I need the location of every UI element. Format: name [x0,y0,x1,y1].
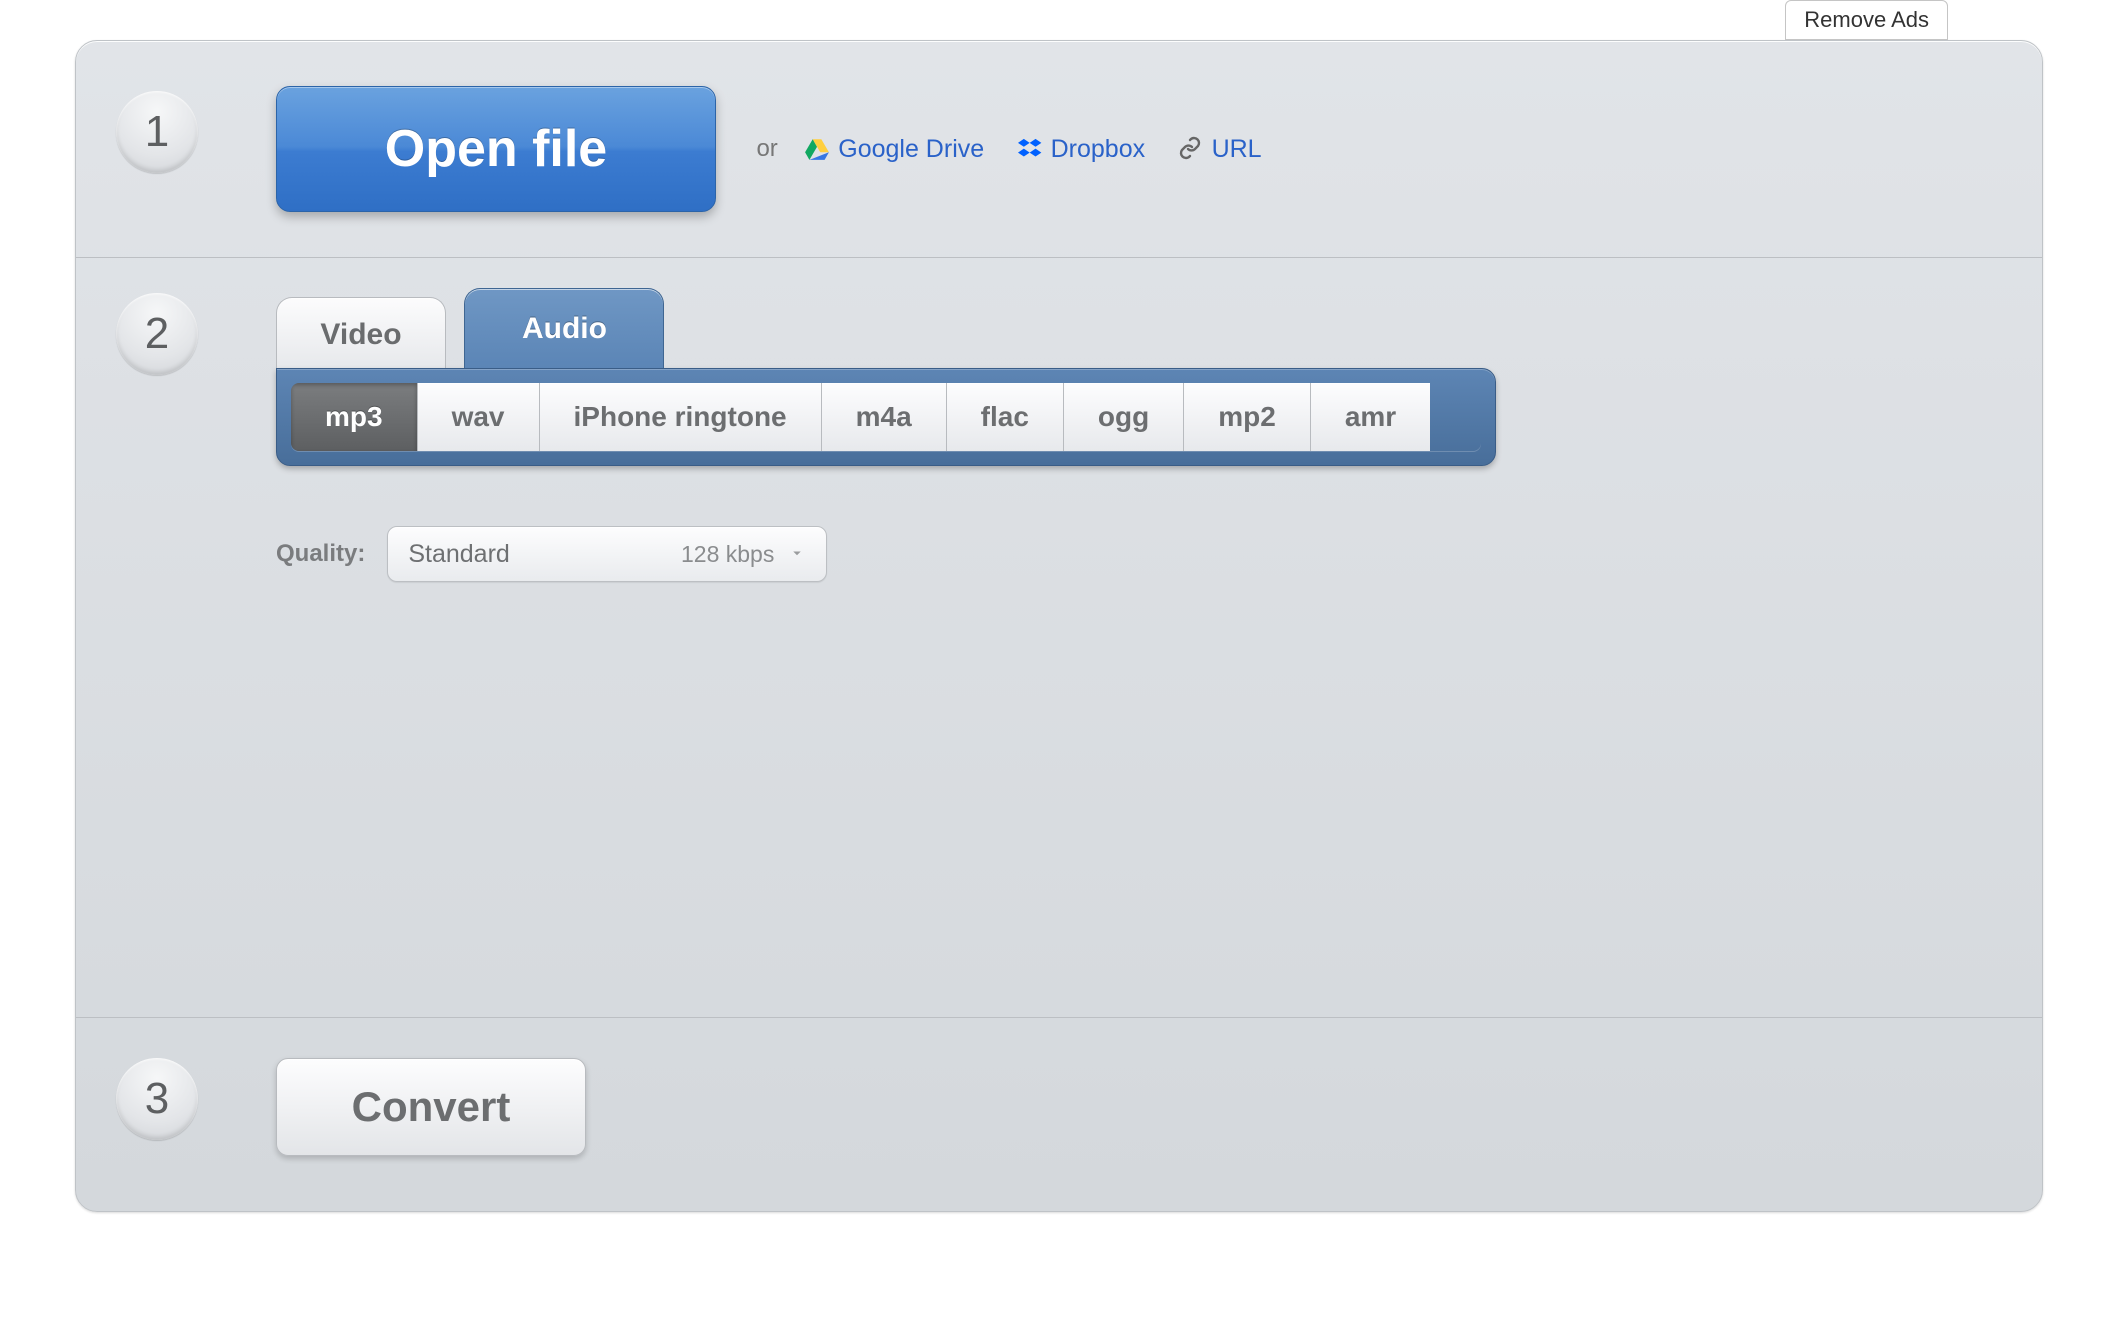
format-list: mp3waviPhone ringtonem4aflacoggmp2amr [291,383,1481,451]
step-1: 1 Open file or Google Drive [76,41,2042,257]
google-drive-label: Google Drive [838,135,984,164]
format-option[interactable]: mp3 [291,383,418,451]
dropbox-icon [1017,136,1043,162]
format-option[interactable]: amr [1311,383,1430,451]
google-drive-link[interactable]: Google Drive [804,135,984,164]
or-text: or [756,135,777,163]
format-option[interactable]: iPhone ringtone [540,383,822,451]
url-label: URL [1212,135,1262,164]
dropbox-label: Dropbox [1051,135,1146,164]
google-drive-icon [804,136,830,162]
url-link[interactable]: URL [1178,135,1262,164]
step-badge-1: 1 [116,91,198,173]
tab-video[interactable]: Video [276,297,446,371]
format-option[interactable]: m4a [822,383,947,451]
format-option[interactable]: mp2 [1184,383,1311,451]
quality-label: Quality: [276,540,365,568]
quality-name: Standard [408,540,681,569]
step-3: 3 Convert [76,1017,2042,1211]
remove-ads-button[interactable]: Remove Ads [1785,0,1948,40]
step-badge-2: 2 [116,293,198,375]
media-type-tabs: Video Audio [276,288,1997,368]
format-option[interactable]: flac [947,383,1064,451]
step-2: 2 Video Audio mp3waviPhone ringtonem4afl… [76,257,2042,1017]
step-badge-3: 3 [116,1058,198,1140]
format-option[interactable]: ogg [1064,383,1184,451]
open-file-button[interactable]: Open file [276,86,716,212]
formats-container: mp3waviPhone ringtonem4aflacoggmp2amr [276,368,1496,466]
quality-row: Quality: Standard 128 kbps [276,526,1997,582]
dropbox-link[interactable]: Dropbox [1017,135,1146,164]
format-option[interactable]: wav [418,383,540,451]
converter-panel: 1 Open file or Google Drive [75,40,2043,1212]
link-icon [1178,136,1204,162]
convert-button[interactable]: Convert [276,1058,586,1156]
quality-select[interactable]: Standard 128 kbps [387,526,827,582]
quality-rate: 128 kbps [681,541,774,568]
tab-audio[interactable]: Audio [464,288,664,368]
chevron-down-icon [788,540,806,569]
